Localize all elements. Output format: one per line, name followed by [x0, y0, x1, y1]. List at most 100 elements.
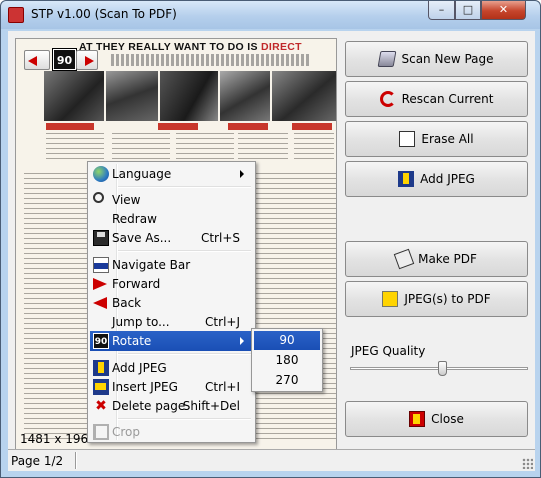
rotate-option-90[interactable]: 90 [254, 331, 320, 350]
menu-item-label: Language [112, 167, 172, 181]
crop-icon [93, 424, 109, 440]
close-button[interactable]: Close [345, 401, 528, 437]
arrow-left-icon [93, 297, 107, 309]
preview-photo-2 [106, 71, 158, 121]
menu-item-shortcut: Ctrl+J [205, 315, 240, 329]
minimize-button[interactable]: – [428, 1, 455, 20]
menu-item-delete-page[interactable]: ✖ Delete page Shift+Del [90, 396, 253, 416]
globe-icon [93, 166, 109, 182]
scan-new-page-button[interactable]: Scan New Page [345, 41, 528, 77]
jpegs-to-pdf-button[interactable]: JPEG(s) to PDF [345, 281, 528, 317]
window-title: STP v1.00 (Scan To PDF) [31, 7, 177, 21]
preview-text-column [294, 133, 334, 163]
add-jpeg-icon [398, 171, 415, 187]
close-window-button[interactable]: ✕ [481, 1, 526, 20]
menu-item-language[interactable]: Language [90, 164, 253, 184]
jpeg-to-pdf-icon [382, 291, 399, 307]
jpeg-quality-label: JPEG Quality [351, 344, 426, 358]
jpegs-to-pdf-label: JPEG(s) to PDF [404, 292, 491, 306]
magnifier-icon [93, 192, 104, 203]
menu-item-back[interactable]: Back [90, 293, 253, 313]
menu-item-jump-to[interactable]: Jump to... Ctrl+J [90, 312, 253, 332]
image-dimensions: 1481 x 1967 [20, 432, 96, 446]
preview-subline [111, 54, 311, 66]
blank-page-icon [399, 131, 416, 147]
add-jpeg-button[interactable]: Add JPEG [345, 161, 528, 197]
refresh-icon [379, 91, 396, 107]
menu-item-label: Delete page [112, 399, 186, 413]
make-pdf-label: Make PDF [418, 252, 477, 266]
submenu-arrow-icon [240, 170, 244, 178]
menu-item-crop: Crop [90, 422, 253, 442]
exit-door-icon [409, 411, 426, 427]
preview-caption-bar [228, 123, 268, 130]
preview-photo-3 [160, 71, 218, 121]
menu-item-redraw[interactable]: Redraw [90, 209, 253, 229]
menu-separator [118, 353, 251, 355]
arrow-right-icon [85, 56, 94, 66]
menu-item-insert-jpeg[interactable]: Insert JPEG Ctrl+I [90, 377, 253, 397]
menu-item-label: Back [112, 296, 142, 310]
scan-new-page-label: Scan New Page [401, 52, 494, 66]
context-menu: Language View Redraw Save As... Ctrl+S N… [87, 161, 256, 443]
resize-grip[interactable] [522, 458, 533, 469]
menu-item-forward[interactable]: Forward [90, 274, 253, 294]
preview-headline-accent: DIRECT [260, 41, 302, 53]
erase-all-button[interactable]: Erase All [345, 121, 528, 157]
scanner-icon [378, 51, 397, 67]
page-indicator: Page 1/2 [11, 454, 64, 468]
menu-item-save-as[interactable]: Save As... Ctrl+S [90, 228, 253, 248]
menu-item-label: Save As... [112, 231, 172, 245]
preview-text-column [46, 133, 104, 163]
menu-item-label: Add JPEG [112, 361, 167, 375]
menu-item-label: View [112, 193, 141, 207]
menu-item-add-jpeg[interactable]: Add JPEG [90, 358, 253, 378]
app-window: STP v1.00 (Scan To PDF) – □ ✕ AT THEY RE… [0, 0, 541, 478]
preview-photo-4 [220, 71, 270, 121]
preview-photo-1 [44, 71, 104, 121]
title-bar: STP v1.00 (Scan To PDF) – □ ✕ [1, 1, 540, 29]
menu-item-label: Forward [112, 277, 161, 291]
preview-text-column [238, 133, 288, 163]
floppy-disk-icon [93, 230, 109, 246]
add-jpeg-label: Add JPEG [420, 172, 475, 186]
preview-caption-bar [158, 123, 198, 130]
menu-item-label: Rotate [112, 334, 152, 348]
rotate-option-270[interactable]: 270 [254, 371, 320, 390]
submenu-arrow-icon [240, 337, 244, 345]
rotate-right-button[interactable] [76, 50, 98, 70]
rescan-current-label: Rescan Current [401, 92, 494, 106]
navigate-bar-icon [93, 257, 109, 273]
preview-photo-5 [272, 71, 336, 121]
menu-item-label: Crop [112, 425, 141, 439]
slider-thumb[interactable] [438, 361, 447, 376]
arrow-left-icon [28, 56, 37, 66]
app-icon [8, 7, 24, 23]
rotate-submenu: 90 180 270 [251, 328, 323, 392]
menu-item-view[interactable]: View [90, 190, 253, 210]
menu-item-label: Insert JPEG [112, 380, 178, 394]
document-icon [393, 248, 415, 270]
rotate-option-180[interactable]: 180 [254, 351, 320, 370]
menu-separator [118, 418, 251, 420]
rotate-icon: 90 [93, 333, 109, 349]
make-pdf-button[interactable]: Make PDF [345, 241, 528, 277]
preview-text-column [112, 133, 170, 163]
menu-item-shortcut: Shift+Del [182, 399, 240, 413]
close-label: Close [431, 412, 464, 426]
menu-separator [118, 250, 251, 252]
preview-text-column [252, 173, 336, 443]
maximize-button[interactable]: □ [455, 1, 481, 20]
jpeg-quality-slider[interactable] [350, 361, 528, 376]
rescan-current-button[interactable]: Rescan Current [345, 81, 528, 117]
menu-item-navigate-bar[interactable]: Navigate Bar [90, 255, 253, 275]
preview-caption-bar [46, 123, 94, 130]
rotate-value-badge: 90 [52, 48, 77, 71]
delete-icon: ✖ [95, 398, 107, 414]
menu-item-label: Jump to... [112, 315, 170, 329]
menu-item-label: Navigate Bar [112, 258, 191, 272]
menu-item-label: Redraw [112, 212, 157, 226]
menu-item-rotate[interactable]: 90 Rotate [90, 331, 253, 351]
preview-headline: AT THEY REALLY WANT TO DO IS DIRECT [79, 41, 302, 53]
rotate-left-button[interactable] [24, 50, 50, 70]
